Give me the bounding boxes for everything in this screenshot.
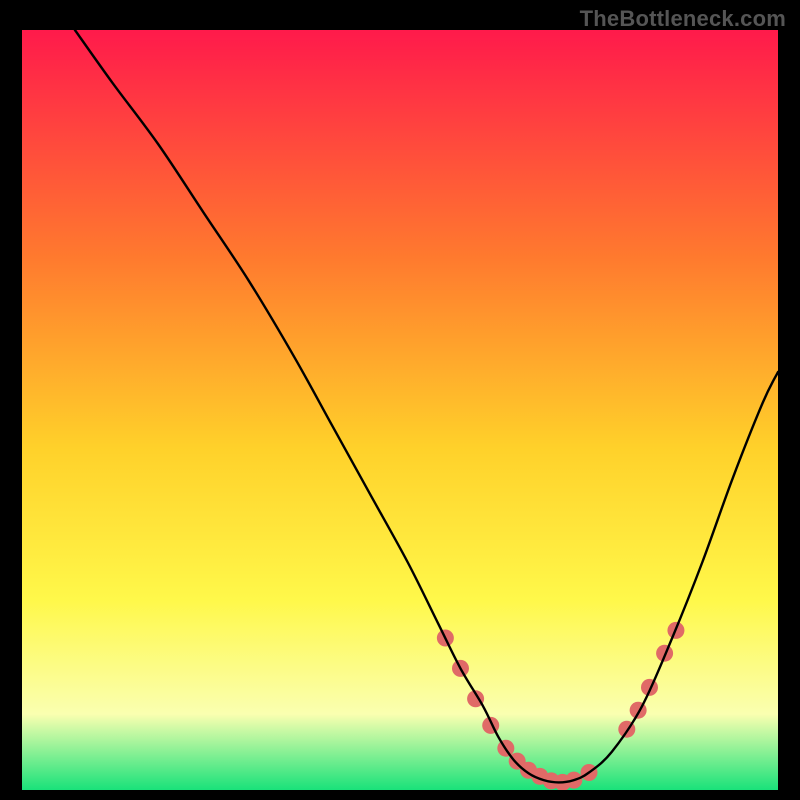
- watermark-text: TheBottleneck.com: [580, 6, 786, 32]
- plot-area: [22, 30, 778, 790]
- gradient-background: [22, 30, 778, 790]
- chart-svg: [22, 30, 778, 790]
- chart-frame: TheBottleneck.com: [0, 0, 800, 800]
